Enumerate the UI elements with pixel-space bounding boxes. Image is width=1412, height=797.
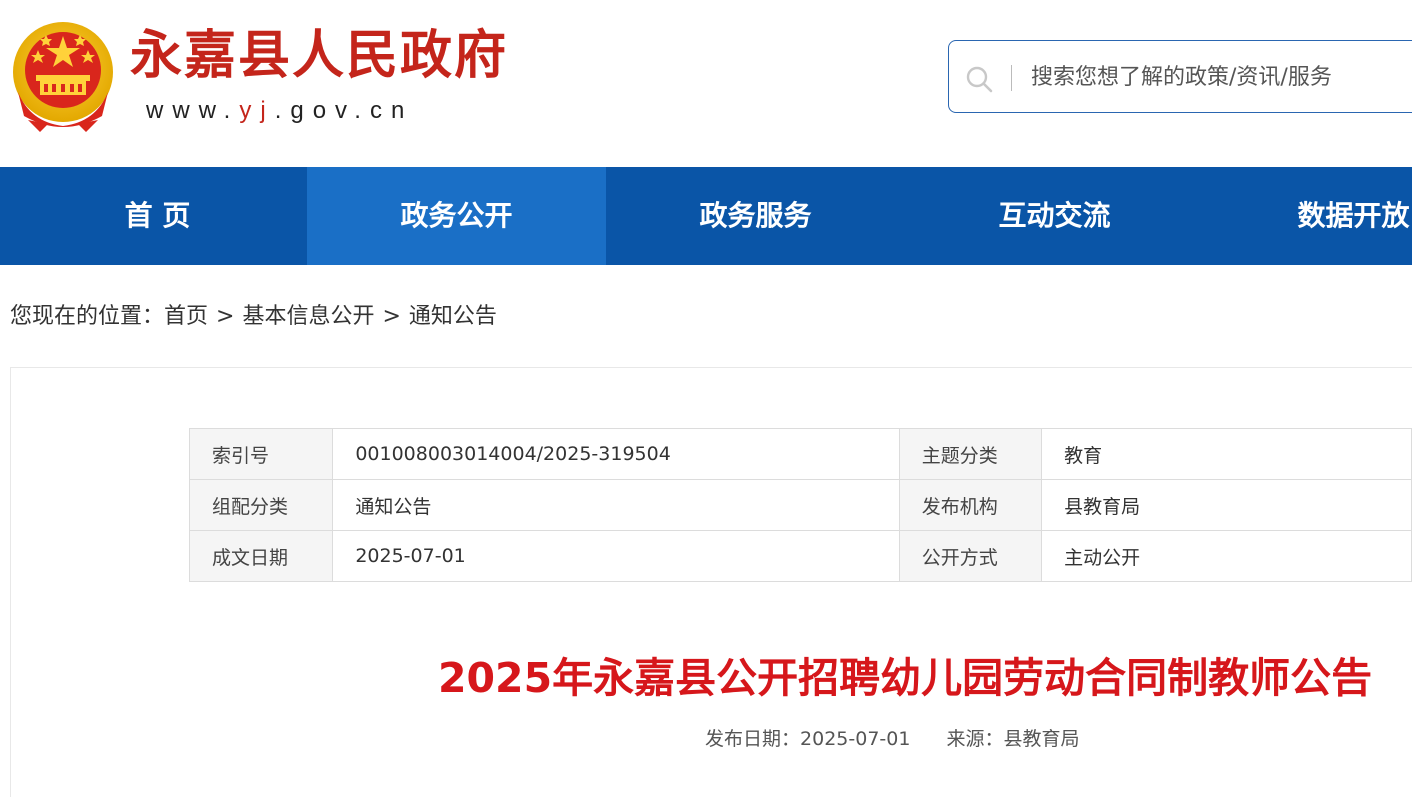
site-url-suffix: .gov.cn [274,97,414,124]
nav-item-interaction[interactable]: 互动交流 [905,167,1204,265]
nav-item-government-affairs[interactable]: 政务公开 [307,167,606,265]
meta-key-category: 组配分类 [188,479,334,531]
source-value: 县教育局 [1003,728,1080,750]
search-input[interactable] [1031,57,1411,97]
table-row: 组配分类 通知公告 发布机构 县教育局 [188,479,1412,531]
meta-value-disclosure: 主动公开 [1041,530,1412,582]
source-label: 来源： [946,728,1004,750]
publish-date: 2025-07-01 [800,728,911,750]
site-url-highlight: yj [239,97,275,124]
meta-value-category: 通知公告 [332,479,900,531]
metadata-table: 索引号 001008003014004/2025-319504 主题分类 教育 … [188,428,1412,582]
breadcrumb-separator: > [216,304,235,329]
article-meta: 发布日期：2025-07-01 来源：县教育局 [705,724,1079,754]
meta-value-index: 001008003014004/2025-319504 [332,428,900,480]
article-title: 2025年永嘉县公开招聘幼儿园劳动合同制教师公告 [438,654,1373,702]
site-url-prefix: www. [146,97,240,124]
site-header: 永嘉县人民政府 www.yj.gov.cn [0,0,1412,167]
breadcrumb-home[interactable]: 首页 [164,304,208,329]
breadcrumb: 您现在的位置：首页 > 基本信息公开 > 通知公告 [10,299,497,335]
breadcrumb-prefix: 您现在的位置： [10,304,165,329]
meta-value-date: 2025-07-01 [332,530,900,582]
search-divider [1011,65,1012,91]
search-icon[interactable] [965,65,993,93]
table-row: 索引号 001008003014004/2025-319504 主题分类 教育 [188,428,1412,480]
meta-key-date: 成文日期 [188,530,334,582]
meta-value-publisher: 县教育局 [1041,479,1412,531]
site-url: www.yj.gov.cn [146,96,413,126]
meta-key-index: 索引号 [188,428,334,480]
meta-key-disclosure: 公开方式 [898,530,1043,582]
breadcrumb-basic-info[interactable]: 基本信息公开 [242,304,374,329]
nav-item-home[interactable]: 首 页 [8,167,307,265]
publish-date-label: 发布日期： [705,728,801,750]
nav-item-government-services[interactable]: 政务服务 [606,167,905,265]
main-nav: 首 页 政务公开 政务服务 互动交流 数据开放 [0,167,1412,265]
breadcrumb-notices[interactable]: 通知公告 [409,304,497,329]
search-box[interactable] [948,40,1412,113]
nav-item-open-data[interactable]: 数据开放 [1204,167,1412,265]
site-title[interactable]: 永嘉县人民政府 [130,24,508,88]
meta-value-topic: 教育 [1041,428,1412,480]
meta-key-publisher: 发布机构 [898,479,1043,531]
national-emblem-icon[interactable] [10,20,116,134]
breadcrumb-separator: > [382,304,401,329]
meta-key-topic: 主题分类 [898,428,1043,480]
table-row: 成文日期 2025-07-01 公开方式 主动公开 [188,530,1412,582]
